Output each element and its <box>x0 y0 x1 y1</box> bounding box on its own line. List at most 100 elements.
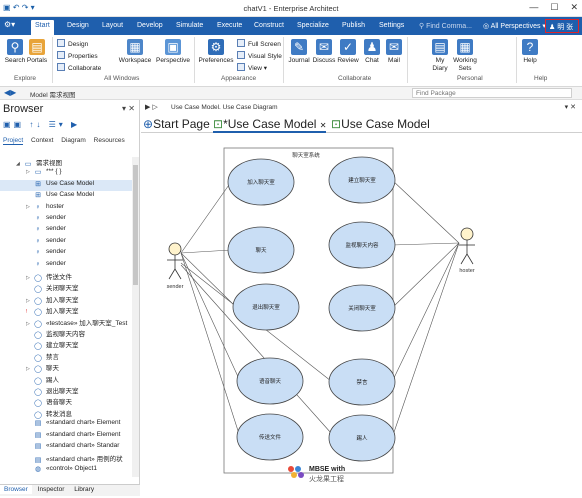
workspace-button[interactable]: ▦ Workspace <box>118 39 152 65</box>
tab-layout[interactable]: Layout <box>102 22 123 29</box>
expand-toggle-icon[interactable]: ▷ <box>26 169 34 175</box>
tab-project[interactable]: Project <box>3 137 24 145</box>
tree-item[interactable]: ▷ ♀ hoster <box>0 203 132 214</box>
tree-item[interactable]: ◯ 语音聊天 <box>0 396 132 407</box>
tree-item[interactable]: ▤ «standard chart» Standar <box>0 442 132 453</box>
tree-item[interactable]: ▤ «standard chart» 用例的状 <box>0 453 132 464</box>
journal-button[interactable]: ✎ Journal <box>286 39 312 65</box>
use-case[interactable]: 加入聊天室 <box>227 158 295 206</box>
actor-hoster[interactable]: hoster <box>459 227 475 274</box>
close-icon[interactable]: ✕ <box>570 2 578 13</box>
chat-button[interactable]: ♟ Chat <box>362 39 382 65</box>
help-button[interactable]: ? Help <box>520 39 540 65</box>
portals-button[interactable]: ▤ Portals <box>26 39 48 65</box>
association-line[interactable] <box>391 242 460 309</box>
tree-item[interactable]: ◯ 禁言 <box>0 351 132 362</box>
tree-item[interactable]: ◯ 转发消息 <box>0 408 132 419</box>
tree-item[interactable]: ⊞ Use Case Model <box>0 179 132 191</box>
view-button[interactable]: View ▾ <box>237 63 267 72</box>
full-screen-button[interactable]: Full Screen <box>237 39 281 48</box>
diagram-canvas[interactable]: 聊天室系统 加入聊天室 聊天 退出聊天室 语音聊天 传送文件 建立聊天室 监视聊天内容 关闭聊… <box>141 133 582 496</box>
tree-item[interactable]: ◯ 监视聊天内容 <box>0 328 132 339</box>
tree-item[interactable]: ♀ sender <box>0 214 132 225</box>
tab-start-page[interactable]: ⊕Start Page <box>143 117 210 131</box>
properties-button[interactable]: Properties <box>57 51 98 60</box>
expand-toggle-icon[interactable]: ◢ <box>16 161 24 167</box>
use-case[interactable]: 建立聊天室 <box>328 156 396 204</box>
working-sets-button[interactable]: ▦ Working Sets <box>452 39 478 73</box>
perspective-selector[interactable]: ◎ All Perspectives ▾ <box>483 22 546 30</box>
visual-style-button[interactable]: Visual Style <box>237 51 282 60</box>
nav-back-forward-icon[interactable]: ◀▶ <box>4 88 16 97</box>
tree-item[interactable]: ▷ ▭ *** { } <box>0 168 132 179</box>
app-menu-icon[interactable]: ⚙▾ <box>4 20 24 32</box>
tab-use-case-model[interactable]: ⊡Use Case Model <box>331 117 430 131</box>
collaborate-button[interactable]: Collaborate <box>57 63 101 72</box>
tab-execute[interactable]: Execute <box>217 22 242 29</box>
review-button[interactable]: ✓ Review <box>336 39 360 65</box>
tab-context[interactable]: Context <box>31 137 53 144</box>
maximize-icon[interactable]: ☐ <box>550 2 558 13</box>
tab-simulate[interactable]: Simulate <box>176 22 203 29</box>
find-command-box[interactable]: ⚲ Find Comma... <box>419 22 472 30</box>
tree-item[interactable]: ▷ ◯ 传送文件 <box>0 271 132 282</box>
association-line[interactable] <box>391 179 460 244</box>
tab-settings[interactable]: Settings <box>379 22 404 29</box>
design-button[interactable]: Design <box>57 39 88 48</box>
tree-item[interactable]: ▤ «standard chart» Element <box>0 431 132 442</box>
use-case[interactable]: 踢人 <box>328 414 396 462</box>
scroll-thumb[interactable] <box>133 165 138 285</box>
expand-toggle-icon[interactable]: ▷ <box>26 204 34 210</box>
tree-item[interactable]: ⊞ Use Case Model <box>0 191 132 202</box>
association-line[interactable] <box>391 242 460 383</box>
use-case[interactable]: 聊天 <box>227 226 295 274</box>
tree-item[interactable]: ◯ 关闭聊天室 <box>0 282 132 293</box>
expand-toggle-icon[interactable]: ▷ <box>26 321 34 327</box>
user-badge[interactable]: ♟ 明 张 <box>545 19 579 33</box>
tree-item[interactable]: ♀ sender <box>0 237 132 248</box>
tree-item[interactable]: ◯ 踢人 <box>0 374 132 385</box>
toggle-icon[interactable]: ▶ ▷ <box>145 103 158 111</box>
association-line[interactable] <box>391 242 460 439</box>
association-line[interactable] <box>180 249 232 254</box>
use-case[interactable]: 语音聊天 <box>236 357 304 405</box>
tree-item[interactable]: ◍ «control» Object1 <box>0 465 132 476</box>
tree-item[interactable]: ▷ ◯ 聊天 <box>0 362 132 373</box>
tab-design[interactable]: Design <box>67 22 89 29</box>
tree-item[interactable]: ◯ 退出聊天室 <box>0 385 132 396</box>
tab-inspector[interactable]: Inspector <box>34 485 69 494</box>
tree-item[interactable]: ♀ sender <box>0 260 132 271</box>
tree-item[interactable]: ▷ ◯ 加入聊天室 <box>0 294 132 305</box>
expand-toggle-icon[interactable]: ▷ <box>26 366 34 372</box>
tree-item[interactable]: ◯ 建立聊天室 <box>0 339 132 350</box>
discuss-button[interactable]: ✉ Discuss <box>312 39 336 65</box>
expand-toggle-icon[interactable]: ▷ <box>26 298 34 304</box>
tab-diagram[interactable]: Diagram <box>61 137 86 144</box>
find-package-input[interactable] <box>412 88 572 98</box>
expand-toggle-icon[interactable]: ▷ <box>26 275 34 281</box>
tree-item[interactable]: ♀ sender <box>0 248 132 259</box>
tab-resources[interactable]: Resources <box>94 137 125 144</box>
tab-construct[interactable]: Construct <box>254 22 284 29</box>
use-case[interactable]: 关闭聊天室 <box>328 284 396 332</box>
tree-item[interactable]: ▷ ◯ «testcase» 加入聊天室_Test <box>0 317 132 328</box>
close-icon[interactable]: ✕ <box>320 121 327 130</box>
close-icon[interactable]: ▾ ✕ <box>122 104 135 113</box>
tab-specialize[interactable]: Specialize <box>297 22 329 29</box>
tree-item[interactable]: ! ◯ 加入聊天室 <box>0 305 132 316</box>
expand-toggle-icon[interactable]: ! <box>26 309 34 315</box>
tab-library[interactable]: Library <box>70 485 98 494</box>
tab-develop[interactable]: Develop <box>137 22 163 29</box>
model-path[interactable]: Model 需求视图 <box>30 89 76 99</box>
my-diary-button[interactable]: ▤ My Diary <box>428 39 452 73</box>
use-case[interactable]: 禁言 <box>328 358 396 406</box>
association-line[interactable] <box>180 181 232 254</box>
use-case[interactable]: 监视聊天内容 <box>328 221 396 269</box>
association-line[interactable] <box>391 242 460 246</box>
tab-use-case-model-modified[interactable]: ⊡*Use Case Model ✕ <box>213 117 327 133</box>
use-case[interactable]: 传送文件 <box>236 413 304 461</box>
use-case[interactable]: 退出聊天室 <box>232 283 300 331</box>
mail-button[interactable]: ✉ Mail <box>384 39 404 65</box>
tree-item[interactable]: ▤ «standard chart» Element <box>0 419 132 430</box>
window-menu-icon[interactable]: ▾ ✕ <box>565 103 576 111</box>
